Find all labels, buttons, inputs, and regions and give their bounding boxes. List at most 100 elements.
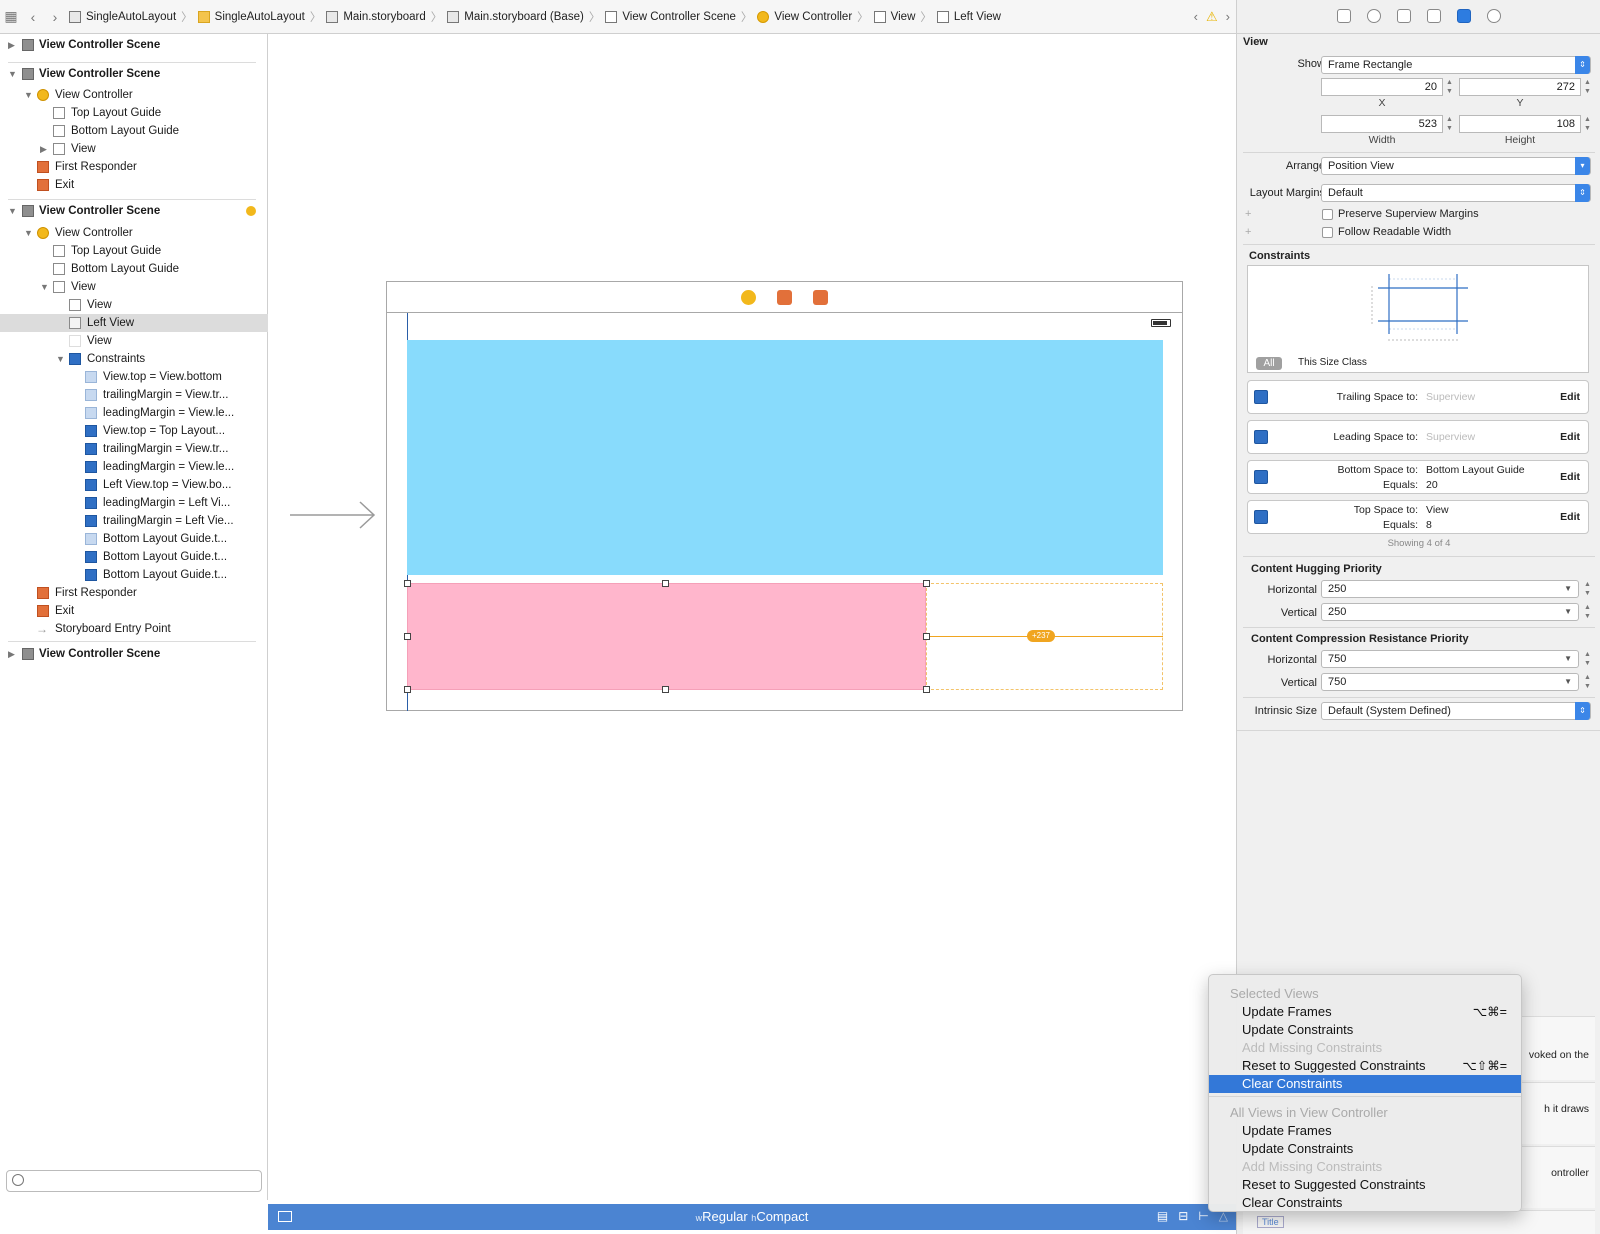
outline-storyboard-entry-point[interactable]: → Storyboard Entry Point bbox=[0, 620, 268, 638]
disclosure-triangle-icon[interactable]: ▶ bbox=[40, 140, 50, 158]
outline-exit[interactable]: Exit bbox=[0, 602, 268, 620]
align-icon[interactable]: ⊟ bbox=[1178, 1209, 1188, 1223]
outline-first-responder[interactable]: First Responder bbox=[0, 158, 268, 176]
constraint-item-trailing[interactable]: Trailing Space to: Superview Edit bbox=[1247, 380, 1589, 414]
disclosure-open-icon[interactable]: ▼ bbox=[8, 202, 18, 220]
stepper-icon[interactable]: ▲ ▼ bbox=[1583, 603, 1592, 621]
all-size-classes-button[interactable]: All bbox=[1256, 357, 1282, 370]
breadcrumb-storyboard-base[interactable]: Main.storyboard (Base) bbox=[444, 10, 587, 23]
first-responder-icon[interactable] bbox=[777, 290, 792, 305]
menu-item-update-frames-all[interactable]: Update Frames bbox=[1209, 1122, 1521, 1140]
size-inspector-icon[interactable] bbox=[1457, 9, 1471, 23]
outline-constraint[interactable]: Bottom Layout Guide.t... bbox=[0, 566, 268, 584]
outline-bottom-layout-guide[interactable]: Bottom Layout Guide bbox=[0, 122, 268, 140]
x-stepper-icon[interactable]: ▲ ▼ bbox=[1445, 78, 1454, 96]
outline-constraints[interactable]: ▼ Constraints bbox=[0, 350, 268, 368]
outline-constraint[interactable]: leadingMargin = View.le... bbox=[0, 404, 268, 422]
next-issue-icon[interactable]: › bbox=[1226, 9, 1230, 25]
outline-constraint[interactable]: Left View.top = View.bo... bbox=[0, 476, 268, 494]
readable-width-checkbox[interactable] bbox=[1322, 227, 1333, 238]
resize-handle[interactable] bbox=[923, 633, 930, 640]
outline-scene-2[interactable]: ▼ View Controller Scene bbox=[0, 65, 268, 83]
y-stepper-icon[interactable]: ▲ ▼ bbox=[1583, 78, 1592, 96]
breadcrumb-group[interactable]: SingleAutoLayout bbox=[195, 10, 308, 23]
outline-left-view[interactable]: Left View bbox=[0, 314, 268, 332]
resize-handle[interactable] bbox=[404, 580, 411, 587]
help-icon[interactable] bbox=[1367, 9, 1381, 23]
outline-top-layout-guide[interactable]: Top Layout Guide bbox=[0, 104, 268, 122]
preserve-margins-checkbox[interactable] bbox=[1322, 209, 1333, 220]
width-field[interactable]: 523 bbox=[1321, 115, 1443, 133]
constraint-item-bottom[interactable]: Bottom Space to: Bottom Layout Guide Equ… bbox=[1247, 460, 1589, 494]
resize-handle[interactable] bbox=[923, 686, 930, 693]
outline-scene-4[interactable]: ▶ View Controller Scene bbox=[0, 645, 268, 663]
pin-icon[interactable]: ⊢ bbox=[1198, 1209, 1208, 1223]
outline-constraint[interactable]: leadingMargin = View.le... bbox=[0, 458, 268, 476]
menu-item-clear-constraints[interactable]: Clear Constraints bbox=[1209, 1075, 1521, 1093]
add-variation-icon[interactable]: + bbox=[1245, 208, 1251, 220]
outline-constraint[interactable]: Bottom Layout Guide.t... bbox=[0, 530, 268, 548]
outline-bottom-layout-guide[interactable]: Bottom Layout Guide bbox=[0, 260, 268, 278]
intrinsic-size-popup[interactable]: Default (System Defined) ⇕ bbox=[1321, 702, 1591, 720]
constraints-diagram[interactable]: All This Size Class bbox=[1247, 265, 1589, 373]
hug-vertical-combo[interactable]: 250 ▼ bbox=[1321, 603, 1579, 621]
arrange-popup[interactable]: Position View ▾ bbox=[1321, 157, 1591, 175]
stepper-icon[interactable]: ▲ ▼ bbox=[1583, 650, 1592, 668]
view-controller-icon[interactable] bbox=[741, 290, 756, 305]
hug-horizontal-combo[interactable]: 250 ▼ bbox=[1321, 580, 1579, 598]
breadcrumb-view-controller[interactable]: View Controller bbox=[754, 10, 855, 23]
this-size-class-button[interactable]: This Size Class bbox=[1298, 357, 1367, 368]
menu-item-update-constraints[interactable]: Update Constraints bbox=[1209, 1021, 1521, 1039]
outline-constraint[interactable]: trailingMargin = Left Vie... bbox=[0, 512, 268, 530]
outline-view[interactable]: ▼ View bbox=[0, 278, 268, 296]
width-stepper-icon[interactable]: ▲ ▼ bbox=[1445, 115, 1454, 133]
height-field[interactable]: 108 bbox=[1459, 115, 1581, 133]
outline-constraint[interactable]: trailingMargin = View.tr... bbox=[0, 440, 268, 458]
disclosure-triangle-icon[interactable]: ▶ bbox=[8, 36, 18, 54]
size-class-toggle[interactable]: wRegular hCompact bbox=[268, 1209, 1236, 1224]
forward-icon[interactable]: › bbox=[44, 9, 66, 25]
exit-icon[interactable] bbox=[813, 290, 828, 305]
breadcrumb-storyboard[interactable]: Main.storyboard bbox=[323, 10, 428, 23]
disclosure-open-icon[interactable]: ▼ bbox=[40, 278, 50, 296]
breadcrumb-view[interactable]: View bbox=[871, 10, 919, 23]
file-inspector-icon[interactable] bbox=[1337, 9, 1351, 23]
attributes-inspector-icon[interactable] bbox=[1427, 9, 1441, 23]
menu-item-reset-to-suggested-all[interactable]: Reset to Suggested Constraints bbox=[1209, 1176, 1521, 1194]
disclosure-open-icon[interactable]: ▼ bbox=[24, 224, 34, 242]
outline-subview[interactable]: View bbox=[0, 296, 268, 314]
constraint-item-top[interactable]: Top Space to: View Equals: 8 Edit bbox=[1247, 500, 1589, 534]
outline-view-controller[interactable]: ▼ View Controller bbox=[0, 224, 268, 242]
edit-button[interactable]: Edit bbox=[1560, 471, 1580, 483]
edit-button[interactable]: Edit bbox=[1560, 391, 1580, 403]
outline-subview[interactable]: View bbox=[0, 332, 268, 350]
outline-constraint[interactable]: View.top = Top Layout... bbox=[0, 422, 268, 440]
show-popup[interactable]: Frame Rectangle ⇕ bbox=[1321, 56, 1591, 74]
x-field[interactable]: 20 bbox=[1321, 78, 1443, 96]
previous-issue-icon[interactable]: ‹ bbox=[1194, 9, 1198, 25]
y-field[interactable]: 272 bbox=[1459, 78, 1581, 96]
breadcrumb-scene[interactable]: View Controller Scene bbox=[602, 10, 739, 23]
outline-first-responder[interactable]: First Responder bbox=[0, 584, 268, 602]
disclosure-triangle-icon[interactable]: ▶ bbox=[8, 645, 18, 663]
back-icon[interactable]: ‹ bbox=[22, 9, 44, 25]
resize-handle[interactable] bbox=[404, 686, 411, 693]
constraint-item-leading[interactable]: Leading Space to: Superview Edit bbox=[1247, 420, 1589, 454]
breadcrumb-project[interactable]: SingleAutoLayout bbox=[66, 10, 179, 23]
outline-filter-field[interactable] bbox=[6, 1170, 262, 1192]
resize-handle[interactable] bbox=[662, 686, 669, 693]
outline-constraint[interactable]: leadingMargin = Left Vi... bbox=[0, 494, 268, 512]
identity-inspector-icon[interactable] bbox=[1397, 9, 1411, 23]
breadcrumb-left-view[interactable]: Left View bbox=[934, 10, 1004, 23]
comp-horizontal-combo[interactable]: 750 ▼ bbox=[1321, 650, 1579, 668]
outline-top-layout-guide[interactable]: Top Layout Guide bbox=[0, 242, 268, 260]
menu-item-update-frames[interactable]: Update Frames ⌥⌘= bbox=[1209, 1003, 1521, 1021]
outline-constraint[interactable]: Bottom Layout Guide.t... bbox=[0, 548, 268, 566]
outline-scene-1[interactable]: ▶ View Controller Scene bbox=[0, 36, 268, 54]
warning-icon[interactable]: ⚠ bbox=[1206, 9, 1218, 25]
view-controller-scene[interactable]: +237 bbox=[386, 281, 1183, 711]
left-view[interactable] bbox=[407, 583, 926, 690]
outline-constraint[interactable]: View.top = View.bottom bbox=[0, 368, 268, 386]
resize-handle[interactable] bbox=[662, 580, 669, 587]
stepper-icon[interactable]: ▲ ▼ bbox=[1583, 673, 1592, 691]
